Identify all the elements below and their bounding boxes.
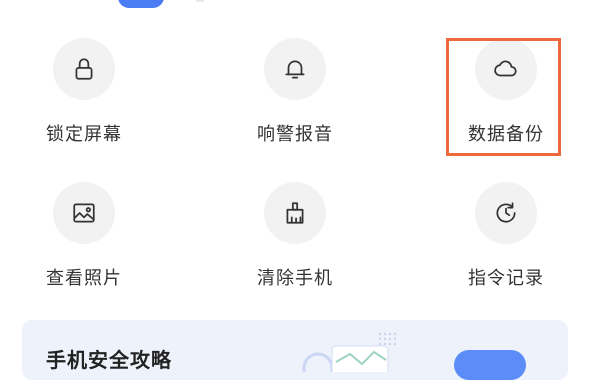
view-photos-label: 查看照片: [46, 268, 122, 289]
alarm-sound-icon-circle: [264, 38, 326, 100]
view-photos-icon-circle: [53, 182, 115, 244]
security-guide-card[interactable]: 手机安全攻略: [22, 320, 568, 380]
command-history-icon-circle: [475, 182, 537, 244]
broom-icon: [286, 202, 304, 224]
lock-screen-icon-circle: [53, 38, 115, 100]
alarm-sound-button[interactable]: 响警报音: [225, 38, 365, 158]
view-photos-button[interactable]: 查看照片: [14, 182, 154, 302]
wipe-phone-label: 清除手机: [257, 268, 333, 289]
command-history-button[interactable]: 指令记录: [436, 182, 576, 302]
lock-icon: [75, 58, 93, 80]
history-icon: [496, 202, 516, 223]
image-icon: [73, 203, 95, 223]
command-history-label: 指令记录: [468, 268, 544, 289]
security-guide-button[interactable]: [454, 350, 526, 380]
alarm-sound-label: 响警报音: [257, 124, 333, 145]
bell-icon: [285, 60, 305, 79]
lock-screen-button[interactable]: 锁定屏幕: [14, 38, 154, 158]
banner-illustration: [302, 332, 397, 372]
highlight-box: [446, 38, 561, 156]
security-guide-title: 手机安全攻略: [46, 348, 172, 372]
lock-screen-label: 锁定屏幕: [46, 124, 122, 145]
wipe-phone-icon-circle: [264, 182, 326, 244]
wipe-phone-button[interactable]: 清除手机: [225, 182, 365, 302]
